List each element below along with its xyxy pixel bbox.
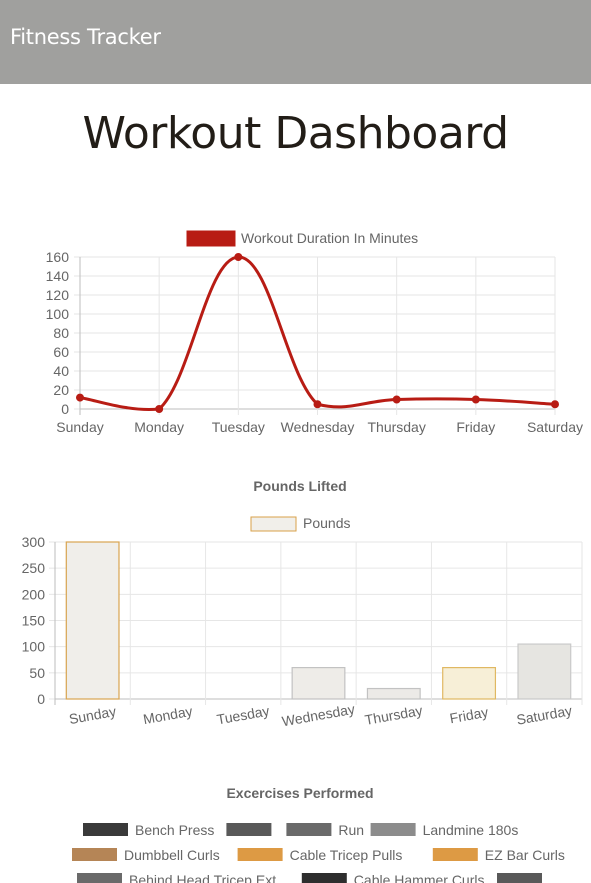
legend-label-exercise: Run	[338, 822, 364, 838]
legend-label-exercise: Landmine 180s	[423, 822, 519, 838]
legend-swatch-exercise	[286, 823, 332, 836]
legend-label-exercise: Behind Head Tricep Ext	[129, 872, 276, 883]
legend-label-exercise: Cable Tricep Pulls	[290, 847, 403, 863]
legend-label-exercise: Cable Hammer Curls	[354, 872, 485, 883]
chart-title-exercises: Excercises Performed	[226, 785, 373, 801]
legend-swatch-exercise	[83, 823, 128, 836]
legend-swatch-exercise	[72, 848, 117, 861]
legend-swatch-exercise	[226, 823, 272, 836]
legend-label-exercise: EZ Bar Curls	[485, 847, 565, 863]
legend-swatch-exercise	[301, 873, 347, 883]
legend-swatch-exercise	[237, 848, 283, 861]
legend-swatch-exercise	[432, 848, 478, 861]
legend-label-exercise: Bench Press	[135, 822, 214, 838]
exercises-performed-chart: Excercises Performed Bench Press Run Landmi…	[72, 785, 565, 883]
legend-label-exercise: Dumbbell Curls	[124, 847, 220, 863]
legend-swatch-exercise	[77, 873, 122, 883]
legend-swatch-exercise	[497, 873, 542, 883]
legend-swatch-exercise	[370, 823, 416, 836]
